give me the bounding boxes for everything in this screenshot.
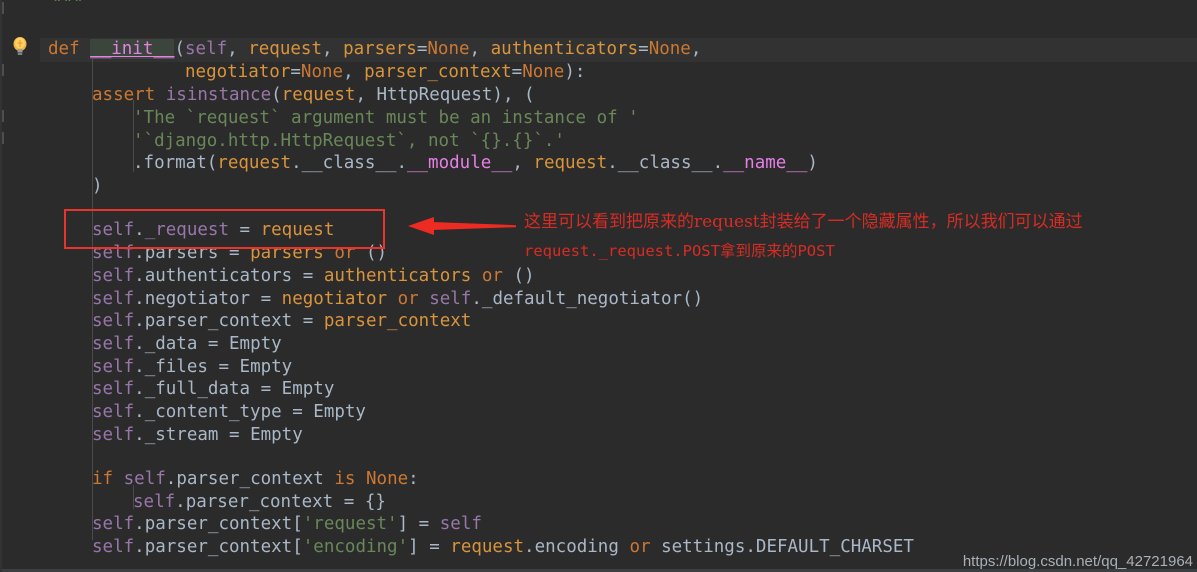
code-line[interactable]: self.parser_context = {}	[133, 491, 386, 514]
code-line[interactable]: self._stream = Empty	[92, 424, 303, 447]
code-line[interactable]: self._files = Empty	[92, 356, 292, 379]
code-line[interactable]: self._full_data = Empty	[92, 378, 334, 401]
pycharm-editor-screenshot: """ def __init__(self, request, parsers=…	[0, 0, 1197, 572]
code-line[interactable]: self._data = Empty	[92, 333, 282, 356]
code-line[interactable]: self.parser_context = parser_context	[92, 310, 471, 333]
code-line[interactable]: '`django.http.HttpRequest`, not `{}.{}`.…	[133, 130, 565, 153]
annotation-line-2: request._request.POST拿到原来的POST	[524, 242, 835, 260]
watermark-url: https://blog.csdn.net/qq_42721964	[962, 553, 1193, 570]
code-line[interactable]: self.parser_context['encoding'] = reques…	[92, 536, 914, 559]
code-line[interactable]: def __init__(self, request, parsers=None…	[48, 38, 701, 61]
code-line[interactable]: self._request = request	[92, 219, 334, 242]
code-line[interactable]: """	[52, 0, 84, 16]
code-line[interactable]: assert isinstance(request, HttpRequest),…	[92, 84, 535, 107]
code-line[interactable]: self.negotiator = negotiator or self._de…	[92, 288, 703, 311]
code-text-area[interactable]: """ def __init__(self, request, parsers=…	[0, 0, 1197, 572]
code-line[interactable]: if self.parser_context is None:	[92, 468, 419, 491]
code-line[interactable]: )	[92, 175, 103, 198]
init-method-name[interactable]: __init__	[90, 39, 175, 59]
code-line[interactable]: 'The `request` argument must be an insta…	[133, 107, 639, 130]
docstring-token: """	[52, 0, 84, 14]
editor-left-edge	[0, 0, 2, 572]
code-line[interactable]: self._content_type = Empty	[92, 401, 366, 424]
code-line[interactable]: self.parsers = parsers or ()	[92, 242, 387, 265]
code-line[interactable]: negotiator=None, parser_context=None):	[185, 61, 585, 84]
annotation-arrow-icon	[408, 217, 516, 235]
annotation-line-1: 这里可以看到把原来的request封装给了一个隐藏属性，所以我们可以通过	[524, 212, 1083, 232]
code-line[interactable]: .format(request.__class__.__module__, re…	[133, 152, 818, 175]
code-line[interactable]: self.parser_context['request'] = self	[92, 513, 482, 536]
code-line[interactable]: self.authenticators = authenticators or …	[92, 265, 535, 288]
